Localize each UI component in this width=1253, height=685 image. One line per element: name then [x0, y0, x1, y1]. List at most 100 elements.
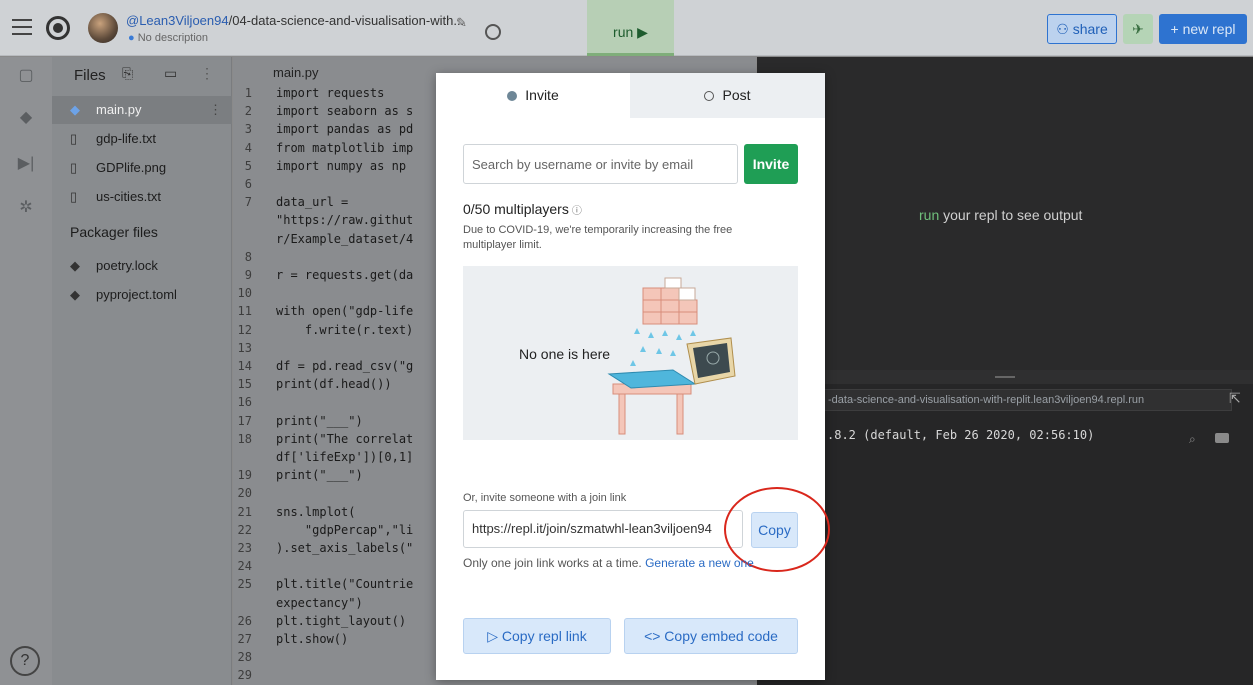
history-icon[interactable]: [485, 24, 501, 40]
packages-icon[interactable]: ◆: [14, 107, 38, 129]
code-line[interactable]: 9 r = requests.get(da: [233, 267, 414, 283]
files-icon[interactable]: ▢: [14, 65, 38, 87]
settings-gear-icon[interactable]: ✲: [14, 197, 38, 219]
line-number: 8: [244, 249, 252, 264]
file-item-main-py[interactable]: ◆ main.py ⋮: [52, 96, 232, 124]
panel-resize-handle[interactable]: [757, 370, 1253, 384]
copy-repl-link-button[interactable]: ▷ Copy repl link: [463, 618, 611, 654]
code-line[interactable]: 19 print("___"): [233, 467, 363, 483]
file-icon: ▯: [70, 189, 78, 204]
search-icon[interactable]: ⌕: [1189, 432, 1196, 447]
file-name: pyproject.toml: [96, 287, 177, 302]
line-number: 2: [244, 104, 252, 119]
file-name: gdp-life.txt: [96, 131, 156, 146]
code-line[interactable]: df['lifeExp'])[0,1]: [233, 449, 413, 465]
code-line[interactable]: 16: [233, 394, 276, 410]
code-line[interactable]: 4 from matplotlib imp: [233, 140, 414, 156]
copy-embed-code-button[interactable]: <> Copy embed code: [624, 618, 798, 654]
file-item-gdp-life[interactable]: ▯ gdp-life.txt: [52, 125, 232, 153]
code-line[interactable]: 17 print("___"): [233, 413, 363, 429]
code-line[interactable]: 2 import seaborn as s: [233, 103, 414, 119]
code-line[interactable]: 13: [233, 340, 276, 356]
hamburger-menu-icon[interactable]: [12, 19, 32, 35]
invite-search-input[interactable]: [463, 144, 738, 184]
code-line[interactable]: 10: [233, 285, 276, 301]
invite-button[interactable]: Invite: [744, 144, 798, 184]
code-line[interactable]: 24: [233, 558, 276, 574]
code-line[interactable]: 22 "gdpPercap","li: [233, 522, 414, 538]
file-item-pyproject[interactable]: ◆ pyproject.toml: [52, 281, 232, 309]
share-button[interactable]: ⚇ share: [1047, 14, 1117, 44]
line-number: 9: [244, 268, 252, 282]
repl-owner-link[interactable]: @Lean3Viljoen94: [126, 13, 229, 28]
new-repl-button[interactable]: + new repl: [1159, 14, 1247, 44]
clear-console-icon[interactable]: [1215, 433, 1229, 443]
file-menu-icon[interactable]: ⋮: [209, 96, 222, 124]
line-number: 29: [237, 668, 252, 683]
code-text: import seaborn as s: [276, 104, 414, 119]
run-button[interactable]: run ▶: [587, 0, 674, 56]
code-line[interactable]: 6: [233, 176, 276, 192]
run-link[interactable]: run: [919, 207, 939, 223]
output-hint: run your repl to see output: [919, 207, 1082, 223]
code-line[interactable]: 3 import pandas as pd: [233, 121, 414, 137]
code-line[interactable]: 1 import requests: [233, 85, 385, 101]
debugger-icon[interactable]: ▶|: [14, 153, 38, 175]
deploy-rocket-button[interactable]: ✈: [1123, 14, 1153, 44]
repl-url-bar[interactable]: -data-science-and-visualisation-with-rep…: [817, 389, 1232, 411]
line-number: 27: [237, 632, 252, 646]
code-text: import pandas as pd: [276, 122, 414, 137]
file-name: main.py: [96, 102, 142, 117]
code-line[interactable]: 11 with open("gdp-life: [233, 303, 414, 319]
file-icon: ▯: [70, 160, 78, 175]
editor-tab[interactable]: main.py: [273, 65, 319, 80]
files-header: Files: [74, 67, 106, 84]
repl-description: ● No description: [128, 32, 208, 44]
file-item-poetry-lock[interactable]: ◆ poetry.lock: [52, 252, 232, 280]
code-line[interactable]: 29: [233, 667, 276, 683]
info-icon[interactable]: ⓘ: [572, 206, 582, 217]
add-folder-icon[interactable]: ▭: [164, 65, 177, 82]
code-line[interactable]: 26 plt.tight_layout(): [233, 613, 407, 629]
repl-title[interactable]: @Lean3Viljoen94/04-data-science-and-visu…: [126, 13, 464, 28]
replit-logo-icon[interactable]: [46, 16, 70, 40]
code-line[interactable]: 14 df = pd.read_csv("g: [233, 358, 414, 374]
code-line[interactable]: 15 print(df.head()): [233, 376, 392, 392]
code-line[interactable]: expectancy"): [233, 595, 363, 611]
line-number: 24: [237, 559, 252, 574]
code-line[interactable]: 23).set_axis_labels(": [233, 540, 414, 556]
code-line[interactable]: 20: [233, 485, 276, 501]
code-line[interactable]: "https://raw.githut: [233, 212, 413, 228]
line-number: 10: [237, 286, 252, 301]
code-line[interactable]: 18 print("The correlat: [233, 431, 414, 447]
tab-invite[interactable]: Invite: [436, 73, 630, 118]
open-external-icon[interactable]: ⇱: [1229, 390, 1241, 407]
code-line[interactable]: 28: [233, 649, 276, 665]
join-link-field[interactable]: https://repl.it/join/szmatwhl-lean3viljo…: [463, 510, 743, 548]
help-button[interactable]: ?: [10, 646, 40, 676]
code-text: import requests: [276, 86, 385, 100]
code-line[interactable]: 27 plt.show(): [233, 631, 349, 647]
multiplayer-count: 0/50 multiplayers ⓘ: [463, 201, 582, 217]
console-panel[interactable]: -data-science-and-visualisation-with-rep…: [757, 384, 1253, 685]
code-line[interactable]: 12 f.write(r.text): [233, 322, 414, 338]
code-line[interactable]: 21 sns.lmplot(: [233, 504, 356, 520]
user-avatar[interactable]: [88, 13, 118, 43]
code-line[interactable]: 5 import numpy as np: [233, 158, 406, 174]
code-line[interactable]: 8: [233, 249, 276, 265]
tab-post[interactable]: Post: [630, 73, 825, 118]
join-link-note: Only one join link works at a time. Gene…: [463, 556, 754, 570]
code-line[interactable]: r/Example_dataset/4: [233, 231, 413, 247]
edit-pencil-icon[interactable]: ✎: [456, 15, 467, 31]
code-line[interactable]: 25 plt.title("Countrie: [233, 576, 414, 592]
line-number: 1: [244, 86, 252, 100]
code-text: "gdpPercap","li: [276, 522, 414, 537]
code-line[interactable]: 7 data_url =: [233, 194, 348, 210]
file-item-gdplife-png[interactable]: ▯ GDPlife.png: [52, 154, 232, 182]
generate-new-link[interactable]: Generate a new one: [645, 556, 754, 570]
more-options-icon[interactable]: ⋮: [200, 65, 214, 82]
code-text: expectancy"): [276, 595, 363, 610]
add-file-icon[interactable]: ⎘: [122, 65, 133, 82]
file-item-us-cities[interactable]: ▯ us-cities.txt: [52, 183, 232, 211]
code-text: data_url =: [276, 195, 349, 210]
